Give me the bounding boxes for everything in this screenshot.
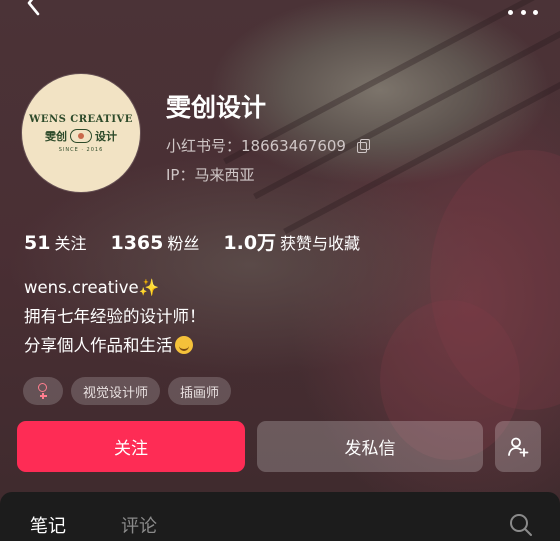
avatar-logo-mark: 雯创 设计 (45, 128, 117, 143)
follow-button[interactable]: 关注 (17, 421, 245, 472)
bio-line-1: wens.creative✨ (24, 278, 160, 297)
redbook-id-text: 小红书号：18663467609 (166, 137, 346, 155)
stat-likes-collections[interactable]: 1.0万 获赞与收藏 (223, 228, 360, 255)
more-dots-icon (508, 9, 513, 15)
search-icon (510, 514, 532, 536)
add-user-button[interactable] (495, 421, 541, 472)
back-button[interactable] (22, 0, 48, 26)
avatar-logo-text: WENS CREATIVE (29, 113, 133, 125)
more-button[interactable] (508, 6, 538, 18)
tag-illustrator[interactable]: 插画师 (168, 377, 232, 405)
profile-bio: wens.creative✨ 拥有七年经验的设计师！ 分享個人作品和生活 (24, 273, 206, 360)
ip-location: IP：马来西亚 (166, 166, 255, 184)
bio-line-3: 分享個人作品和生活 (24, 331, 206, 360)
send-message-button[interactable]: 发私信 (257, 421, 483, 472)
stat-following[interactable]: 51 关注 (24, 230, 86, 254)
profile-name: 雯创设计 (166, 93, 267, 122)
tag-visual-designer[interactable]: 视觉设计师 (71, 377, 161, 405)
profile-stats: 51 关注 1365 粉丝 1.0万 获赞与收藏 (24, 228, 360, 255)
chevron-left-icon (27, 0, 40, 16)
profile-tags: 视觉设计师 插画师 (23, 377, 232, 405)
top-bar (0, 0, 560, 26)
bio-line-2: 拥有七年经验的设计师！ (24, 307, 206, 326)
stat-followers[interactable]: 1365 粉丝 (110, 230, 199, 254)
avatar-logo-since: SINCE · 2016 (58, 146, 104, 153)
sparkles-icon: ✨ (138, 278, 160, 297)
female-icon (38, 383, 48, 399)
gender-tag (23, 377, 63, 405)
profile-actions: 关注 发私信 (17, 421, 541, 472)
smiling-face-icon (174, 336, 193, 354)
avatar[interactable]: WENS CREATIVE 雯创 设计 SINCE · 2016 (22, 74, 140, 192)
tab-notes[interactable]: 笔记 (30, 512, 66, 538)
tab-comments[interactable]: 评论 (121, 512, 157, 538)
search-button[interactable] (508, 512, 534, 538)
content-tab-bar: 笔记 评论 (0, 492, 560, 541)
add-user-icon (508, 437, 529, 457)
redbook-id: 小红书号：18663467609 (166, 135, 370, 156)
copy-icon[interactable] (356, 138, 370, 153)
